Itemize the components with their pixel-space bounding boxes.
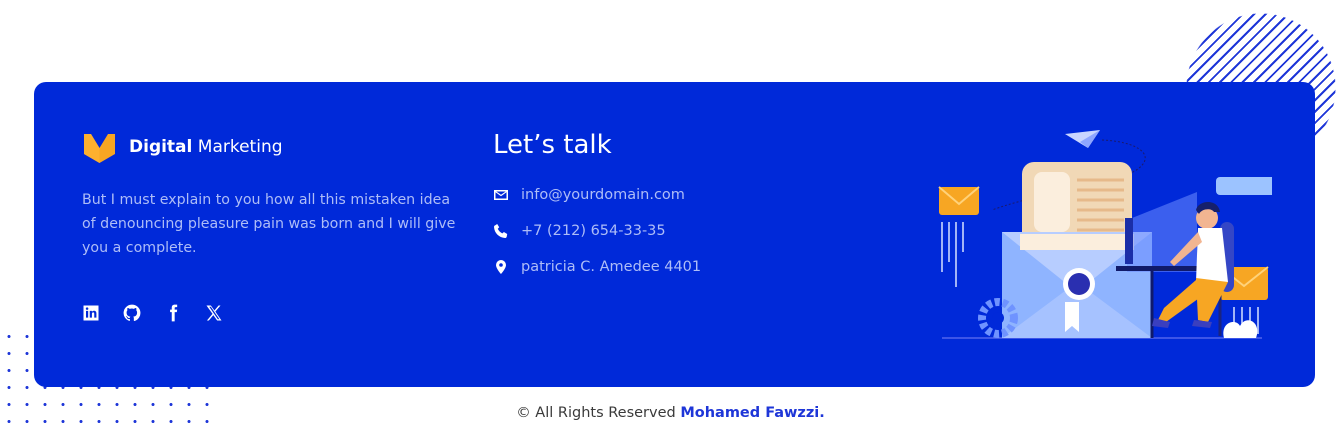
lets-talk-title: Let’s talk [493,130,612,160]
copyright: © All Rights Reserved Mohamed Fawzzi. [0,405,1341,421]
contact-phone[interactable]: +7 (212) 654-33-35 [493,223,666,239]
about-text: But I must explain to you how all this m… [82,192,456,256]
brand-logo-icon [84,134,115,163]
brand-name: Digital Marketing [129,137,283,157]
envelope-icon [493,187,509,203]
contact-email-text: info@yourdomain.com [521,187,685,203]
marketing-illustration [938,130,1272,339]
contact-phone-text: +7 (212) 654-33-35 [521,223,666,239]
contact-email[interactable]: info@yourdomain.com [493,187,685,203]
linkedin-icon[interactable] [80,302,102,324]
github-icon[interactable] [121,302,143,324]
contact-address[interactable]: patricia C. Amedee 4401 [493,259,701,275]
social-links [80,302,244,324]
phone-icon [493,223,509,239]
contact-address-text: patricia C. Amedee 4401 [521,259,702,275]
brand[interactable]: Digital Marketing [82,130,283,164]
map-pin-icon [493,259,509,275]
x-icon[interactable] [203,302,225,324]
brand-name-bold: Digital [129,137,193,157]
copyright-text: © All Rights Reserved [516,405,681,421]
footer-card: Digital Marketing But I must explain to … [34,82,1315,387]
author-link[interactable]: Mohamed Fawzzi. [680,405,824,421]
brand-name-rest: Marketing [192,137,283,157]
facebook-icon[interactable] [162,302,184,324]
